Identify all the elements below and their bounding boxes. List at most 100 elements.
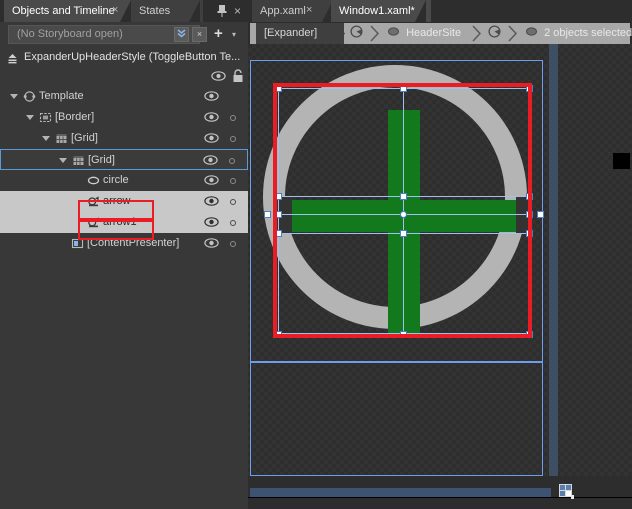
tab-objects-and-timeline-label: Objects and Timeline (12, 5, 115, 17)
tree-row-template[interactable]: Template (0, 86, 248, 107)
tab-app-xaml-label: App.xaml (260, 5, 306, 17)
visibility-eye-icon[interactable] (204, 111, 219, 124)
breadcrumb-chevron-4 (508, 23, 519, 44)
tree-row-label: [Grid] (71, 132, 98, 144)
storyboard-expand-button[interactable] (174, 27, 189, 42)
blend-editor-window: Objects and Timeline × States × (No Stor (0, 0, 632, 509)
tree-row-contentpresenter[interactable]: [ContentPresenter] (0, 233, 248, 254)
scope-eye-icon[interactable] (211, 70, 226, 85)
pin-icon[interactable] (217, 4, 227, 20)
template-icon (23, 90, 36, 103)
panel-close-icon[interactable]: × (234, 4, 241, 18)
breadcrumb-item-template-1[interactable] (350, 23, 363, 44)
breadcrumb: [Expander] HeaderSite 2 objects selected (250, 23, 632, 44)
breadcrumb-item-template-2[interactable] (488, 23, 501, 44)
tree-row-label: arrow (103, 195, 131, 207)
path-icon-svg (88, 217, 99, 228)
expander-triangle-icon[interactable] (42, 136, 50, 141)
scope-lock-icon[interactable] (232, 69, 244, 86)
storyboard-picker[interactable]: (No Storyboard open) (8, 25, 200, 44)
template-icon-2 (488, 25, 501, 38)
annotation-red-rect-canvas (273, 83, 532, 338)
eye-icon-svg (204, 238, 219, 248)
visibility-eye-icon[interactable] (204, 174, 219, 187)
expander-triangle-icon[interactable] (10, 94, 18, 99)
ellipse-icon (87, 174, 100, 187)
canvas-vertical-scrollbar[interactable] (549, 44, 558, 476)
tree-row-label: [Grid] (88, 154, 115, 166)
tab-objects-close-icon[interactable]: × (112, 4, 118, 16)
resize-handle-arrow1-e-outer[interactable] (537, 211, 544, 218)
visibility-eye-icon[interactable] (203, 154, 218, 167)
visibility-eye-icon[interactable] (204, 237, 219, 250)
visibility-eye-icon[interactable] (204, 90, 219, 103)
storyboard-menu-caret[interactable]: ▾ (232, 30, 236, 39)
tree-row-grid[interactable]: [Grid] (0, 149, 248, 170)
visibility-eye-icon[interactable] (204, 195, 219, 208)
tree-row-label: [Border] (55, 111, 95, 123)
eye-icon-svg (204, 196, 219, 206)
chevron-right-icon-4 (508, 25, 518, 42)
objects-and-timeline-panel: Objects and Timeline × States × (No Stor (0, 0, 248, 509)
border-icon-svg (39, 112, 52, 123)
design-surface[interactable] (248, 44, 632, 476)
lock-toggle-icon[interactable] (230, 136, 236, 142)
breadcrumb-chevron-1 (336, 23, 347, 44)
chevron-double-down-icon (177, 29, 186, 38)
canvas-horizontal-scrollbar[interactable] (250, 488, 551, 497)
tree-row-border[interactable]: [Border] (0, 107, 248, 128)
lock-toggle-icon[interactable] (229, 158, 235, 164)
offscreen-element-chip (613, 153, 630, 169)
visual-tree: Template [Border] [Grid] [Grid] circle arrow a… (0, 86, 248, 266)
scope-up-icon-svg (8, 54, 17, 64)
grid-icon (72, 154, 85, 167)
document-tab-strip: App.xaml × Window1.xaml* (248, 0, 632, 22)
expander-triangle-icon[interactable] (59, 158, 67, 163)
lock-toggle-icon[interactable] (230, 178, 236, 184)
lock-toggle-icon[interactable] (230, 199, 236, 205)
pin-icon-svg (217, 5, 227, 17)
zoom-grid-icon[interactable] (559, 484, 574, 499)
tree-row-grid[interactable]: [Grid] (0, 128, 248, 149)
add-storyboard-button[interactable]: + (214, 26, 223, 41)
lock-toggle-icon[interactable] (230, 241, 236, 247)
doc-tab-corner-2 (415, 0, 426, 22)
path-icon-svg (88, 196, 99, 207)
zoom-grid-icon-svg (559, 484, 574, 499)
eye-icon-svg (204, 91, 219, 101)
tab-app-xaml-close-icon[interactable]: × (306, 4, 312, 16)
path-icon (87, 195, 100, 208)
tab-app-xaml[interactable]: App.xaml (252, 0, 330, 22)
breadcrumb-item-headersite-label: HeaderSite (406, 27, 462, 39)
tab-window1-xaml-label: Window1.xaml* (339, 5, 415, 17)
tree-row-arrow[interactable]: arrow (0, 191, 248, 212)
tree-row-arrow1[interactable]: arrow1 (0, 212, 248, 233)
scope-up-icon[interactable] (6, 52, 19, 65)
border-icon (39, 111, 52, 124)
tab-states-label: States (139, 5, 171, 17)
ellipse-icon-svg (87, 176, 100, 185)
lock-toggle-icon[interactable] (230, 115, 236, 121)
breadcrumb-item-selection-label: 2 objects selected (544, 27, 632, 39)
breadcrumb-item-selection[interactable]: 2 objects selected (525, 23, 632, 44)
lock-toggle-icon[interactable] (230, 220, 236, 226)
breadcrumb-item-expander-label: [Expander] (264, 27, 318, 39)
template-scope-row[interactable]: ExpanderUpHeaderStyle (ToggleButton Te..… (0, 48, 248, 68)
breadcrumb-inner: [Expander] HeaderSite 2 objects selected (250, 23, 632, 44)
contentpresenter-icon-svg (71, 238, 84, 249)
tree-row-circle[interactable]: circle (0, 170, 248, 191)
breadcrumb-item-expander[interactable]: [Expander] (256, 23, 344, 44)
chevron-right-icon (336, 23, 345, 44)
resize-handle-arrow1-w-outer[interactable] (264, 211, 271, 218)
visibility-eye-icon[interactable] (204, 132, 219, 145)
storyboard-close-button[interactable]: × (192, 27, 207, 42)
path-icon (87, 216, 100, 229)
bottom-bar (248, 476, 632, 509)
breadcrumb-chevron-3 (472, 23, 483, 44)
visibility-eye-icon[interactable] (204, 216, 219, 229)
template-icon (350, 25, 363, 38)
breadcrumb-item-headersite[interactable]: HeaderSite (387, 23, 461, 44)
expander-triangle-icon[interactable] (26, 115, 34, 120)
template-scope-label: ExpanderUpHeaderStyle (ToggleButton Te..… (24, 51, 241, 63)
content-region-box (250, 362, 543, 476)
